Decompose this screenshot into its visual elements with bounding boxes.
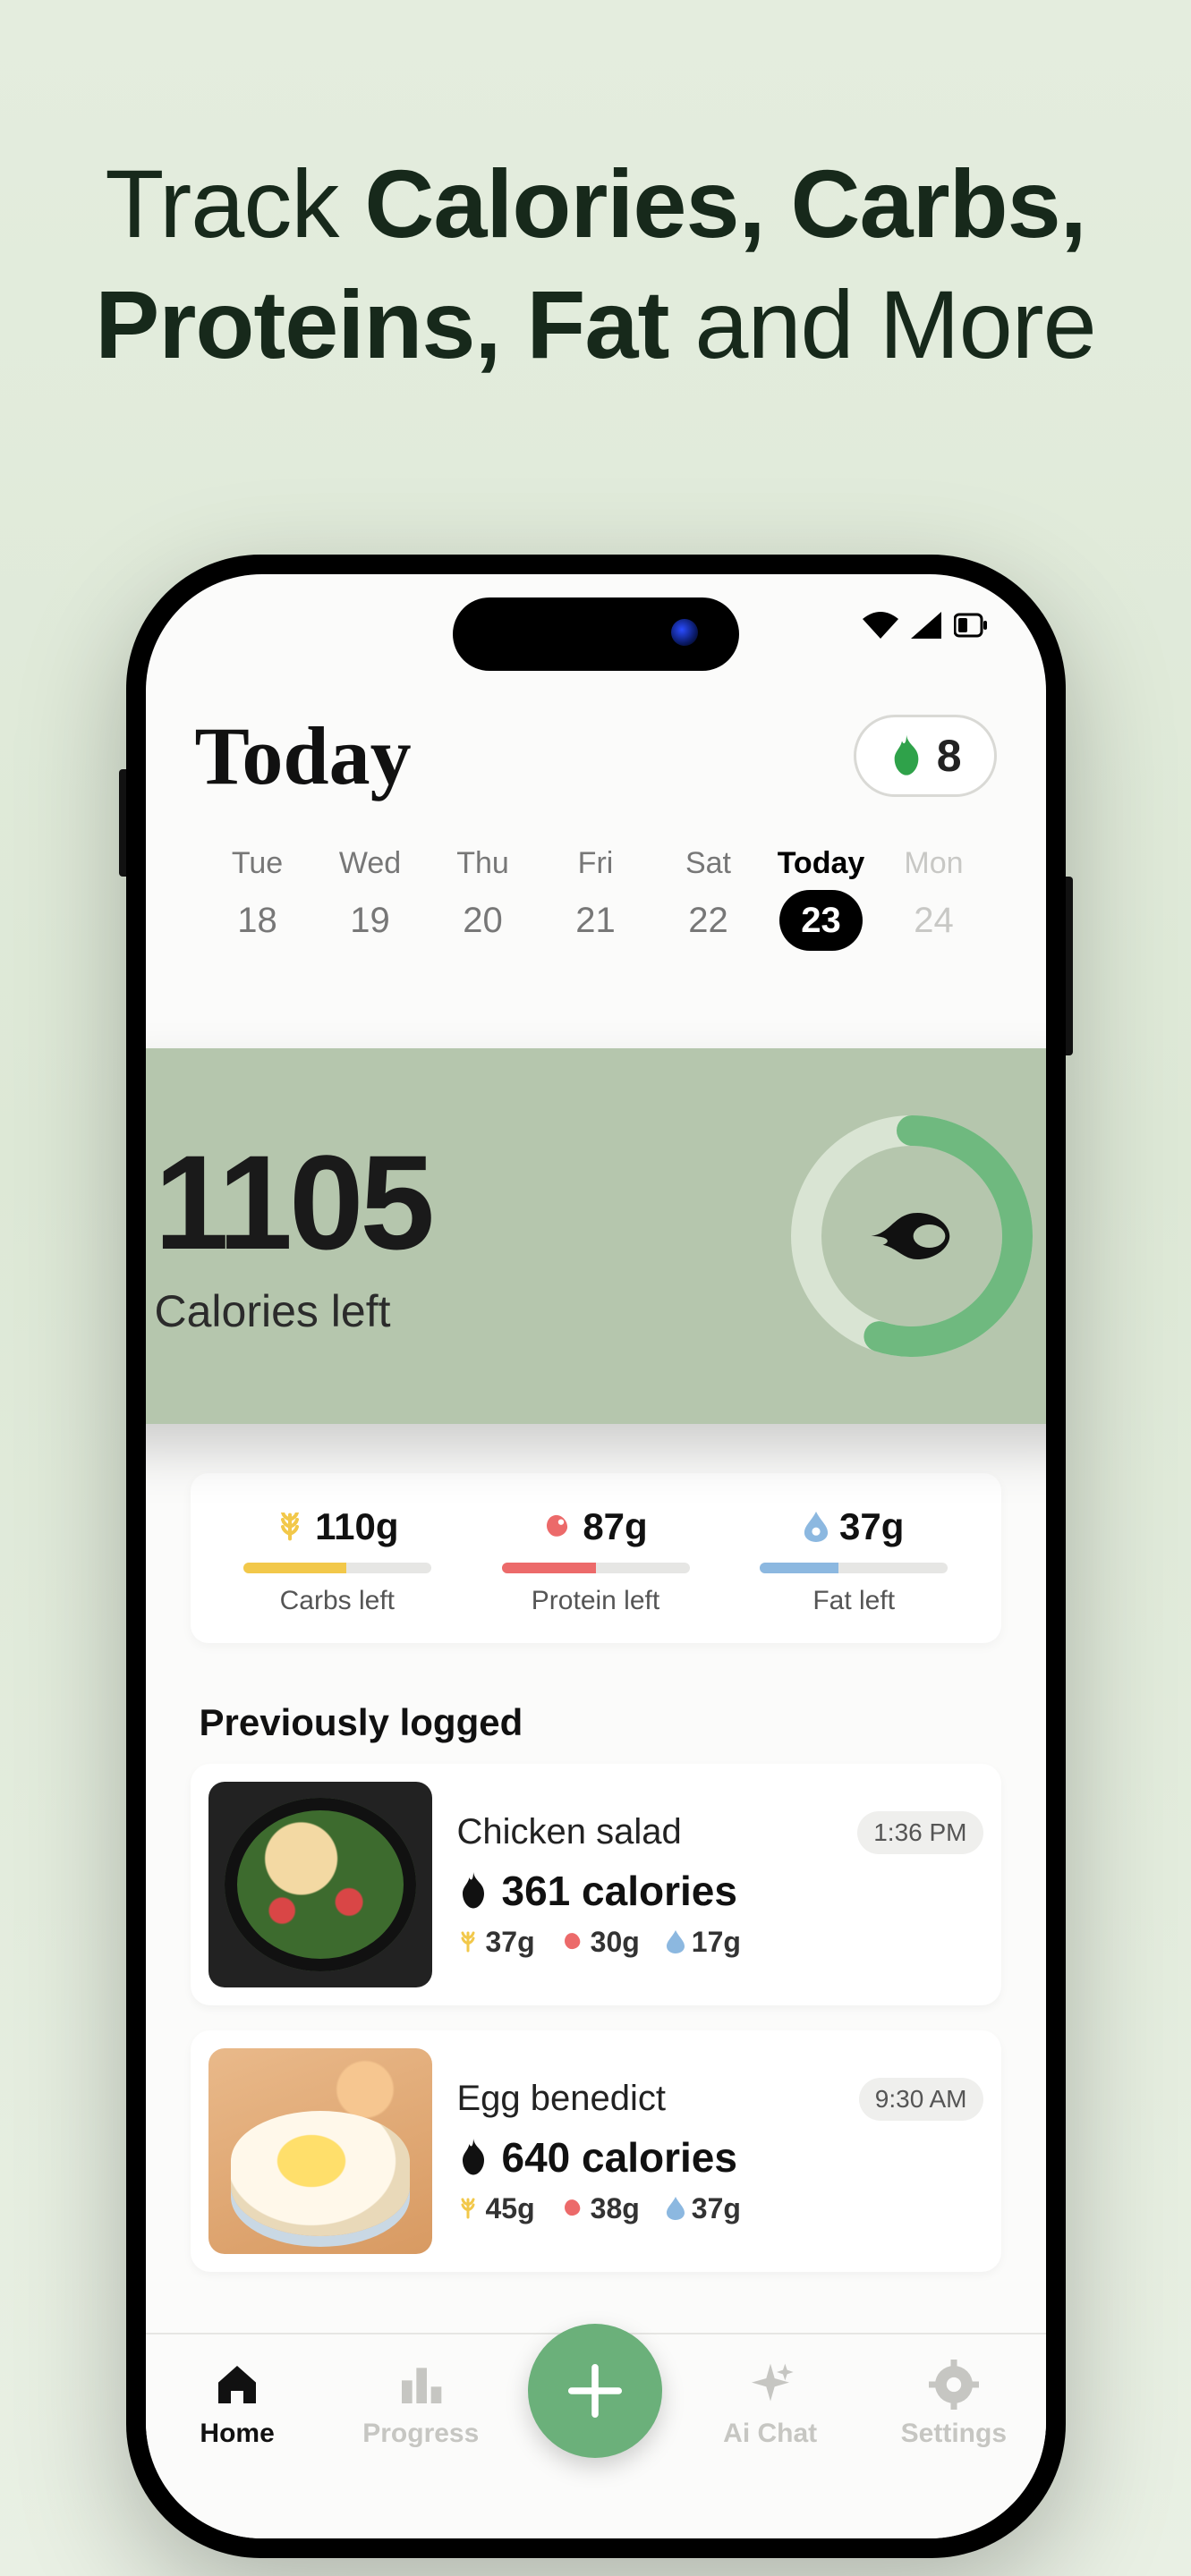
macro-carbs-label: Carbs left <box>208 1586 467 1616</box>
food-carbs: 45g <box>486 2192 535 2225</box>
log-item[interactable]: Chicken salad 1:36 PM 361 calories 37g 30g 17… <box>191 1764 1001 2005</box>
meat-icon <box>562 1931 583 1953</box>
day-number: 21 <box>560 890 632 951</box>
food-time: 9:30 AM <box>859 2078 983 2121</box>
log-item[interactable]: Egg benedict 9:30 AM 640 calories 45g 38g 37g <box>191 2030 1001 2272</box>
flame-icon <box>870 1201 954 1271</box>
day-24[interactable]: Mon 24 <box>880 846 988 951</box>
tab-home-label: Home <box>161 2419 313 2449</box>
food-name: Egg benedict <box>457 2079 667 2119</box>
tab-aichat[interactable]: Ai Chat <box>694 2360 846 2449</box>
macro-protein-value: 87g <box>583 1505 647 1548</box>
wheat-icon <box>457 2198 479 2219</box>
calories-ring <box>787 1111 1037 1361</box>
promo-line2-bold: Proteins, Fat <box>95 270 668 378</box>
battery-icon <box>954 612 988 639</box>
add-button[interactable] <box>528 2324 662 2458</box>
plus-icon <box>564 2360 626 2422</box>
phone-side-button-left <box>119 769 126 877</box>
home-icon <box>212 2360 262 2410</box>
day-number: 23 <box>779 890 863 951</box>
day-21[interactable]: Fri 21 <box>542 846 650 951</box>
droplet-icon <box>667 2197 685 2220</box>
day-number: 24 <box>898 890 970 951</box>
promo-line1-pre: Track <box>105 149 364 258</box>
status-bar <box>863 612 988 639</box>
chart-icon <box>396 2360 446 2410</box>
tab-bar: Home Progress Ai Chat Settings <box>146 2333 1046 2538</box>
day-number: 22 <box>673 890 744 951</box>
food-protein: 30g <box>591 1926 640 1959</box>
tab-settings-label: Settings <box>878 2419 1030 2449</box>
log-list: Chicken salad 1:36 PM 361 calories 37g 30g 17… <box>191 1764 1001 2297</box>
phone-screen: Today 8 Tue 18 Wed 19 Thu 20 Fri 21 Sat 22 Today 23… <box>146 574 1046 2538</box>
tab-home[interactable]: Home <box>161 2360 313 2449</box>
day-22[interactable]: Sat 22 <box>655 846 762 951</box>
macro-protein-label: Protein left <box>466 1586 725 1616</box>
macro-fat: 37g Fat left <box>725 1505 983 1616</box>
food-thumbnail <box>208 1782 432 1987</box>
day-name: Tue <box>204 846 311 881</box>
food-fat: 17g <box>692 1926 741 1959</box>
droplet-icon <box>804 1512 829 1542</box>
previously-logged-title: Previously logged <box>200 1701 523 1744</box>
day-name: Today <box>768 846 875 881</box>
wifi-icon <box>863 612 898 639</box>
flame-icon <box>457 2138 489 2177</box>
day-name: Fri <box>542 846 650 881</box>
calories-value: 1105 <box>155 1135 431 1269</box>
macro-fat-label: Fat left <box>725 1586 983 1616</box>
day-name: Wed <box>317 846 424 881</box>
cellular-icon <box>911 612 941 639</box>
meat-icon <box>562 2198 583 2219</box>
day-name: Sat <box>655 846 762 881</box>
streak-pill[interactable]: 8 <box>854 715 997 797</box>
phone-notch <box>453 597 739 671</box>
food-calories: 361 calories <box>502 1867 737 1915</box>
phone-side-button-right <box>1066 877 1073 1055</box>
wheat-icon <box>457 1931 479 1953</box>
tab-progress-label: Progress <box>345 2419 497 2449</box>
food-protein: 38g <box>591 2192 640 2225</box>
flame-icon <box>457 1871 489 1911</box>
day-number: 20 <box>447 890 519 951</box>
day-19[interactable]: Wed 19 <box>317 846 424 951</box>
day-23[interactable]: Today 23 <box>768 846 875 951</box>
streak-count: 8 <box>937 730 962 782</box>
macros-card[interactable]: 110g Carbs left 87g Protein left 37g <box>191 1473 1001 1643</box>
sparkle-icon <box>745 2360 795 2410</box>
tab-settings[interactable]: Settings <box>878 2360 1030 2449</box>
day-name: Thu <box>430 846 537 881</box>
day-20[interactable]: Thu 20 <box>430 846 537 951</box>
food-fat: 37g <box>692 2192 741 2225</box>
promo-line1-bold: Calories, Carbs, <box>364 149 1085 258</box>
calories-label: Calories left <box>155 1285 431 1337</box>
week-strip: Tue 18 Wed 19 Thu 20 Fri 21 Sat 22 Today 23 Mon 24 <box>195 803 997 978</box>
tab-progress[interactable]: Progress <box>345 2360 497 2449</box>
food-name: Chicken salad <box>457 1812 682 1852</box>
promo-line2-post: and More <box>668 270 1095 378</box>
macro-carbs: 110g Carbs left <box>208 1505 467 1616</box>
food-thumbnail <box>208 2048 432 2254</box>
food-carbs: 37g <box>486 1926 535 1959</box>
food-time: 1:36 PM <box>857 1811 983 1854</box>
macro-protein: 87g Protein left <box>466 1505 725 1616</box>
tab-aichat-label: Ai Chat <box>694 2419 846 2449</box>
phone-mockup: Today 8 Tue 18 Wed 19 Thu 20 Fri 21 Sat 22 Today 23… <box>126 555 1066 2558</box>
page-title: Today <box>195 708 412 803</box>
day-name: Mon <box>880 846 988 881</box>
day-number: 18 <box>222 890 293 951</box>
meat-icon <box>543 1513 572 1541</box>
wheat-icon <box>276 1513 304 1541</box>
droplet-icon <box>667 1930 685 1953</box>
gear-icon <box>929 2360 979 2410</box>
day-18[interactable]: Tue 18 <box>204 846 311 951</box>
food-calories: 640 calories <box>502 2133 737 2182</box>
day-number: 19 <box>335 890 406 951</box>
macro-carbs-value: 110g <box>315 1505 398 1548</box>
macro-fat-value: 37g <box>839 1505 904 1548</box>
calories-card[interactable]: 1105 Calories left <box>146 1048 1046 1424</box>
promo-headline: Track Calories, Carbs, Proteins, Fat and… <box>0 143 1191 385</box>
flame-icon <box>889 734 924 777</box>
